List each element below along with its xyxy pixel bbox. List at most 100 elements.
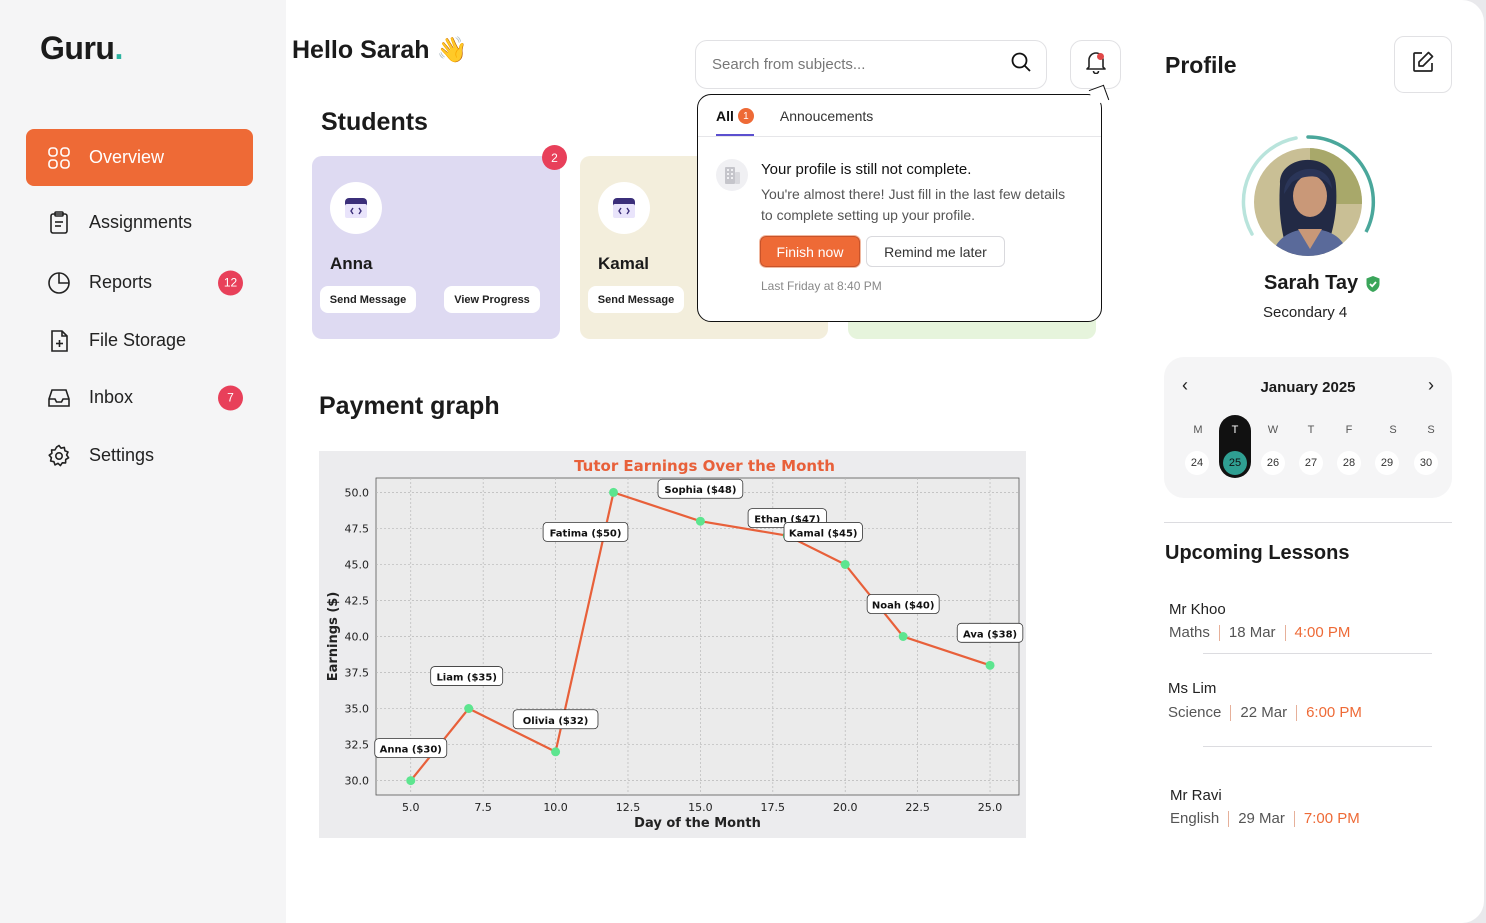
send-message-button[interactable]: Send Message — [320, 286, 416, 313]
student-name: Anna — [330, 254, 373, 273]
day-of-week: F — [1345, 424, 1353, 436]
x-tick-label: 15.0 — [688, 801, 713, 814]
notification-time: Last Friday at 8:40 PM — [761, 279, 882, 293]
y-tick-label: 42.5 — [345, 594, 370, 607]
calendar: ‹ January 2025 › M T W T F S S 24 25 26 … — [1164, 357, 1452, 498]
x-tick-label: 12.5 — [616, 801, 641, 814]
y-tick-label: 30.0 — [345, 775, 370, 788]
pie-chart-icon — [46, 270, 72, 296]
y-tick-label: 47.5 — [345, 522, 370, 535]
data-label: Liam ($35) — [436, 673, 496, 684]
lesson-details: English 29 Mar 7:00 PM — [1170, 810, 1360, 827]
sidebar-item-reports[interactable]: Reports 12 — [26, 254, 253, 311]
edit-profile-button[interactable] — [1394, 36, 1452, 93]
sidebar-item-inbox[interactable]: Inbox 7 — [26, 369, 253, 426]
x-tick-label: 5.0 — [402, 801, 420, 814]
upcoming-lessons-title: Upcoming Lessons — [1165, 542, 1350, 564]
clipboard-icon — [46, 210, 72, 236]
student-card-anna[interactable]: Anna Send Message View Progress 2 — [312, 145, 567, 339]
chevron-right-icon[interactable]: › — [1428, 375, 1434, 396]
lesson-teacher: Ms Lim — [1168, 680, 1217, 697]
calendar-day[interactable]: 26 — [1261, 451, 1285, 475]
y-tick-label: 40.0 — [345, 631, 370, 644]
x-tick-label: 22.5 — [905, 801, 930, 814]
calendar-day[interactable]: 27 — [1299, 451, 1323, 475]
notification-title: Your profile is still not complete. — [761, 161, 972, 178]
data-label: Noah ($40) — [872, 601, 935, 612]
x-axis-label: Day of the Month — [634, 816, 761, 831]
sidebar-item-assignments[interactable]: Assignments — [26, 194, 253, 251]
inbox-icon — [46, 385, 72, 411]
tab-all[interactable]: All 1 — [716, 108, 754, 136]
data-label: Ava ($38) — [963, 629, 1017, 640]
chart-title: Tutor Earnings Over the Month — [574, 457, 835, 475]
data-label: Anna ($30) — [380, 745, 442, 756]
day-of-week: M — [1193, 424, 1203, 436]
calendar-day[interactable]: 30 — [1414, 451, 1438, 475]
gear-icon — [46, 443, 72, 469]
inbox-count-badge: 7 — [218, 385, 243, 410]
tab-announcements[interactable]: Annoucements — [780, 108, 873, 136]
view-progress-button[interactable]: View Progress — [444, 286, 540, 313]
y-tick-label: 37.5 — [345, 667, 370, 680]
data-label: Fatima ($50) — [550, 528, 622, 539]
data-point — [609, 487, 619, 497]
sidebar-item-label: Reports — [89, 272, 153, 292]
notifications-button[interactable] — [1070, 40, 1121, 89]
calendar-day-selected[interactable]: 25 — [1223, 451, 1247, 475]
profile-name: Sarah Tay — [1264, 272, 1381, 295]
notifications-popup: All 1 Annoucements Your profile is still … — [697, 84, 1110, 322]
verified-icon — [1365, 275, 1381, 293]
edit-icon — [1411, 50, 1435, 79]
search-bar[interactable] — [695, 40, 1047, 89]
students-title: Students — [321, 108, 428, 136]
unread-count-badge: 1 — [737, 108, 754, 124]
profile-title: Profile — [1165, 52, 1237, 78]
lesson-details: Science 22 Mar 6:00 PM — [1168, 704, 1362, 721]
data-point — [695, 516, 705, 526]
day-of-week: T — [1307, 424, 1315, 436]
profile-avatar[interactable] — [1240, 134, 1376, 270]
sidebar-item-label: Settings — [89, 445, 155, 465]
payment-chart: 5.0 7.5 10.0 12.5 15.0 17.5 20.0 22.5 25.0 30.0 32… — [319, 451, 1026, 838]
lesson-teacher: Mr Khoo — [1169, 601, 1226, 618]
search-icon[interactable] — [1010, 51, 1032, 78]
sidebar: Guru. Overview Assignments Reports 12 Fi… — [0, 0, 286, 923]
sidebar-item-label: Inbox — [89, 387, 134, 407]
payment-graph-title: Payment graph — [319, 392, 500, 420]
data-label: Olivia ($32) — [523, 716, 589, 727]
remind-later-button[interactable]: Remind me later — [866, 236, 1005, 267]
y-tick-label: 45.0 — [345, 558, 370, 571]
y-axis-label: Earnings ($) — [326, 592, 341, 682]
x-tick-label: 20.0 — [833, 801, 858, 814]
notification-body: You're almost there! Just fill in the la… — [761, 186, 1066, 223]
sidebar-item-settings[interactable]: Settings — [26, 427, 253, 484]
app-window: Guru. Overview Assignments Reports 12 Fi… — [0, 0, 1484, 923]
data-label: Kamal ($45) — [789, 528, 858, 539]
divider — [1203, 746, 1432, 747]
sidebar-item-overview[interactable]: Overview — [26, 129, 253, 186]
calendar-day[interactable]: 29 — [1375, 451, 1399, 475]
day-of-week: S — [1389, 424, 1397, 436]
x-tick-label: 10.0 — [543, 801, 568, 814]
data-point — [464, 704, 474, 714]
day-of-week: W — [1267, 424, 1279, 436]
grid-icon — [46, 145, 72, 171]
y-tick-label: 32.5 — [345, 739, 370, 752]
lesson-details: Maths 18 Mar 4:00 PM — [1169, 624, 1351, 641]
finish-now-button[interactable]: Finish now — [760, 236, 860, 267]
search-input[interactable] — [712, 56, 1010, 73]
calendar-day[interactable]: 24 — [1185, 451, 1209, 475]
sidebar-item-label: Overview — [89, 147, 165, 167]
send-message-button[interactable]: Send Message — [588, 286, 684, 313]
logo[interactable]: Guru. — [40, 30, 123, 67]
lesson-teacher: Mr Ravi — [1170, 787, 1222, 804]
calendar-day[interactable]: 28 — [1337, 451, 1361, 475]
student-name: Kamal — [598, 254, 650, 273]
sidebar-item-file-storage[interactable]: File Storage — [26, 312, 253, 369]
student-avatar — [330, 182, 382, 234]
x-tick-label: 7.5 — [474, 801, 492, 814]
data-point — [406, 776, 416, 786]
file-plus-icon — [46, 328, 72, 354]
student-avatar — [598, 182, 650, 234]
